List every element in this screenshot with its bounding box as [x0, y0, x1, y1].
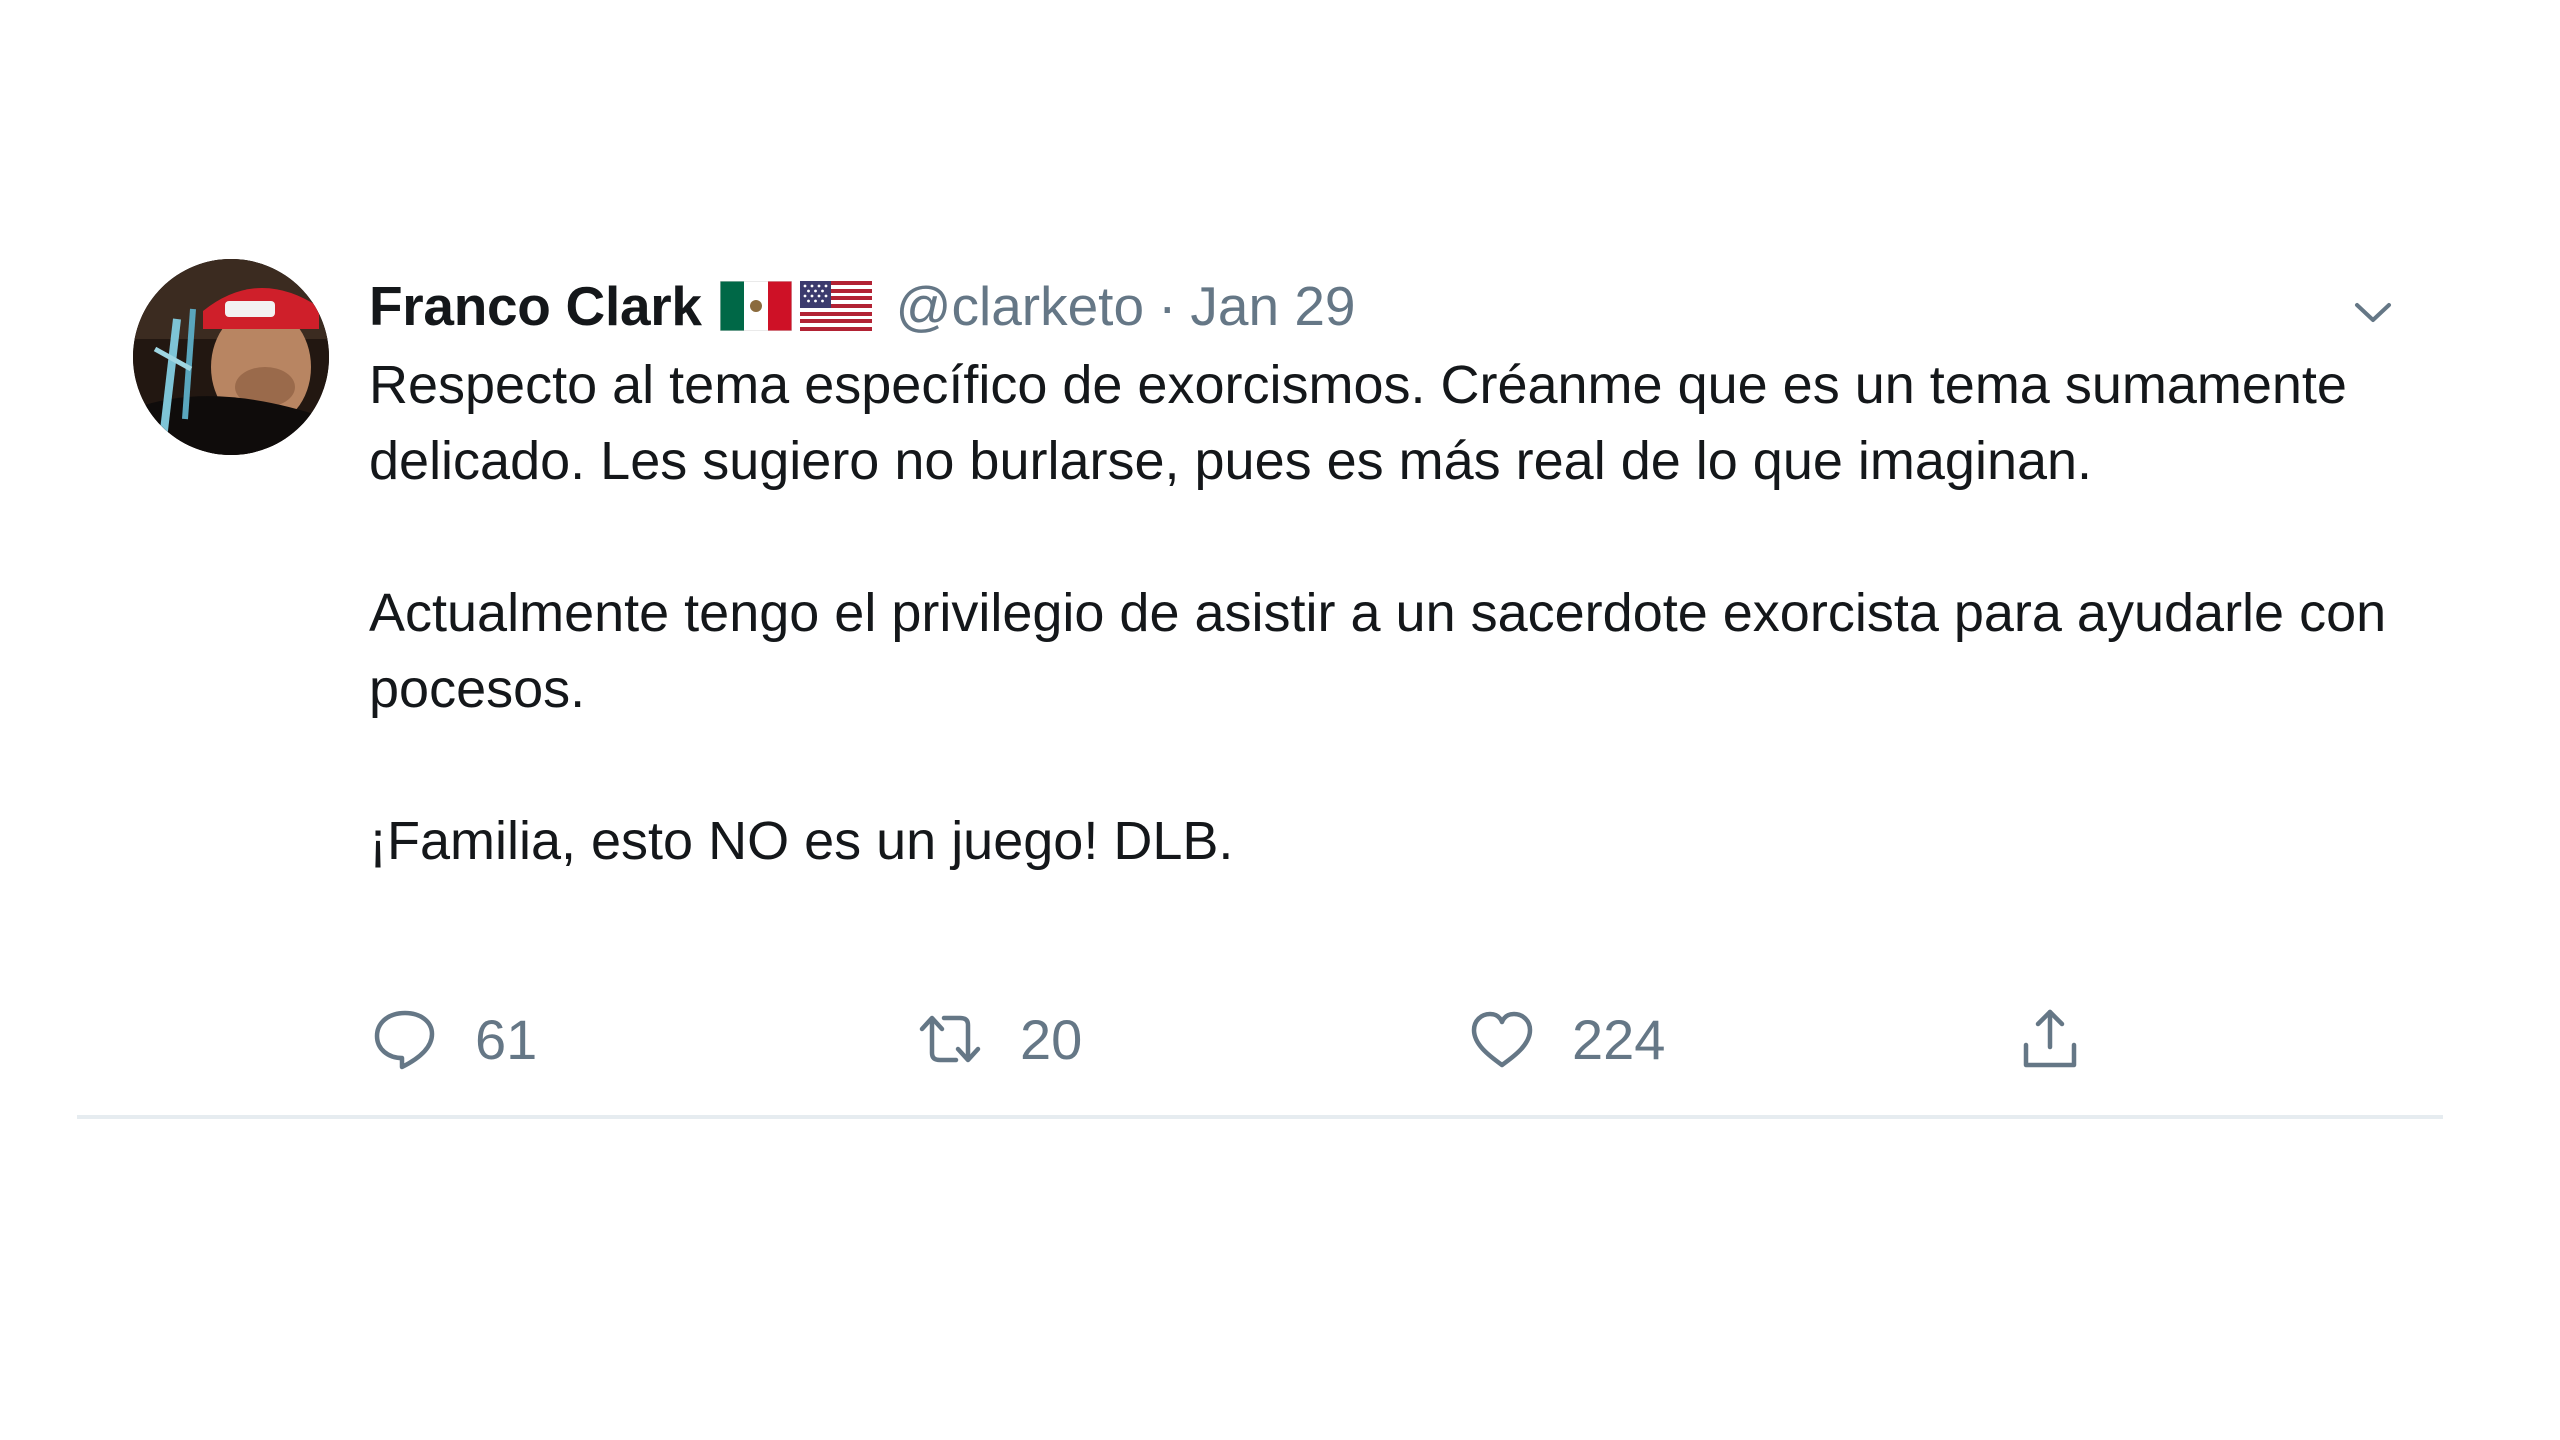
separator-dot: · [1158, 275, 1177, 337]
heart-icon [1471, 1011, 1533, 1068]
tweet-paragraph: Actualmente tengo el privilegio de asist… [369, 583, 2387, 719]
chevron-down-icon[interactable] [2350, 289, 2396, 335]
page: Franco Clark @clarketo · Jan 29 Respecto… [0, 0, 2560, 1440]
tweet-paragraph: ¡Familia, esto NO es un juego! DLB. [369, 811, 1234, 871]
reply-count: 61 [475, 1007, 538, 1071]
avatar-photo [133, 259, 329, 455]
avatar[interactable] [133, 259, 329, 455]
share-icon [2023, 1009, 2077, 1068]
share-button[interactable] [2014, 999, 2086, 1079]
retweet-button[interactable]: 20 [914, 999, 1082, 1079]
author-name[interactable]: Franco Clark [369, 274, 702, 338]
tweet-actions: 61 20 224 [369, 999, 2169, 1079]
flag-emojis [719, 281, 872, 331]
like-count: 224 [1572, 1007, 1666, 1071]
tweet-date[interactable]: Jan 29 [1190, 274, 1355, 338]
tweet-text: Respecto al tema específico de exorcismo… [369, 347, 2429, 879]
speech-bubble-icon [374, 1010, 435, 1070]
retweet-icon [919, 1015, 981, 1063]
mexico-flag-icon [719, 281, 792, 331]
tweet-paragraph: Respecto al tema específico de exorcismo… [369, 355, 2347, 491]
tweet-divider [77, 1115, 2443, 1119]
reply-button[interactable]: 61 [369, 999, 537, 1079]
tweet-header: Franco Clark @clarketo · Jan 29 [369, 265, 1356, 347]
usa-flag-icon [799, 281, 872, 331]
author-handle[interactable]: @clarketo [896, 274, 1144, 338]
tweet-card[interactable]: Franco Clark @clarketo · Jan 29 Respecto… [77, 259, 2443, 1119]
like-button[interactable]: 224 [1466, 999, 1665, 1079]
retweet-count: 20 [1020, 1007, 1083, 1071]
